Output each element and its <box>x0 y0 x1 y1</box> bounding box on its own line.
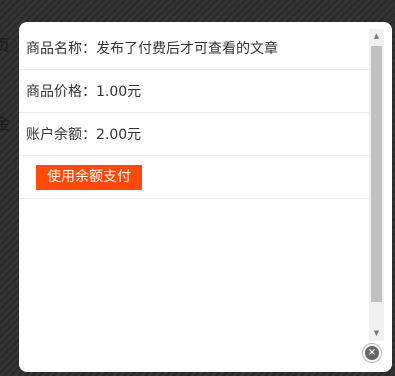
scrollbar-thumb[interactable] <box>371 46 382 302</box>
product-name-row: 商品名称： 发布了付费后才可查看的文章 <box>19 27 369 70</box>
product-price-label: 商品价格： <box>26 84 96 100</box>
account-balance-value: 2.00元 <box>96 127 142 143</box>
scroll-down-arrow-icon[interactable]: ▼ <box>369 326 384 341</box>
vertical-scrollbar[interactable]: ▲ ▼ <box>369 29 384 341</box>
close-icon: × <box>365 346 379 360</box>
product-name-label: 商品名称： <box>26 41 96 57</box>
product-price-value: 1.00元 <box>96 84 142 100</box>
pay-with-balance-button[interactable]: 使用余额支付 <box>36 164 142 190</box>
backdrop-partial-text-bottom: 金 <box>0 114 11 133</box>
dialog-content: 商品名称： 发布了付费后才可查看的文章 商品价格： 1.00元 账户余额： 2.00元… <box>19 27 369 199</box>
close-button[interactable]: × <box>362 343 382 363</box>
payment-dialog: 商品名称： 发布了付费后才可查看的文章 商品价格： 1.00元 账户余额： 2.00元… <box>19 22 392 372</box>
account-balance-label: 账户余额： <box>26 127 96 143</box>
scroll-up-arrow-icon[interactable]: ▲ <box>369 29 384 44</box>
pay-action-row: 使用余额支付 <box>19 156 369 199</box>
product-name-value: 发布了付费后才可查看的文章 <box>96 41 278 57</box>
product-price-row: 商品价格： 1.00元 <box>19 70 369 113</box>
account-balance-row: 账户余额： 2.00元 <box>19 113 369 156</box>
backdrop-partial-text-top: 页 <box>0 36 11 55</box>
